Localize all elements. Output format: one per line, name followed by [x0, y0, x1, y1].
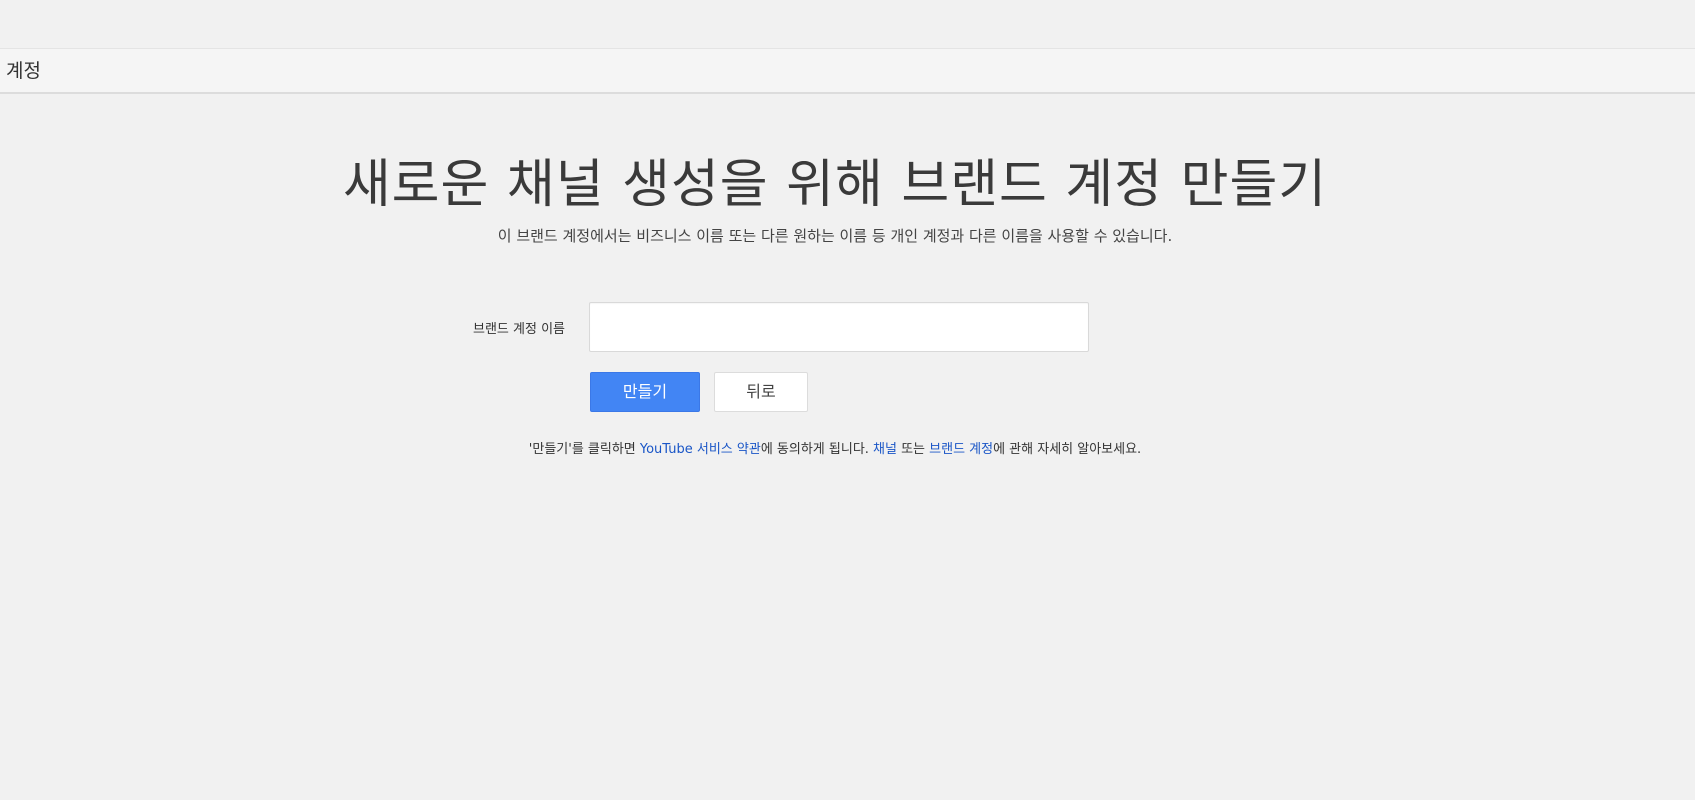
- terms-suffix: 에 관해 자세히 알아보세요.: [993, 442, 1142, 457]
- brand-account-name-label: 브랜드 계정 이름: [473, 322, 565, 337]
- create-button[interactable]: 만들기: [590, 372, 700, 412]
- terms-middle: 에 동의하게 됩니다.: [760, 442, 874, 457]
- terms-or: 또는: [896, 442, 930, 457]
- account-header: 계정: [0, 49, 1695, 94]
- page-title: 새로운 채널 생성을 위해 브랜드 계정 만들기: [342, 155, 1328, 215]
- page-subtitle: 이 브랜드 계정에서는 비즈니스 이름 또는 다른 원하는 이름 등 개인 계정…: [497, 227, 1173, 245]
- tos-link[interactable]: YouTube 서비스 약관: [640, 442, 761, 457]
- channel-link[interactable]: 채널: [873, 442, 897, 457]
- back-button[interactable]: 뒤로: [714, 372, 808, 412]
- terms-prefix: '만들기'를 클릭하면: [528, 442, 640, 457]
- header-title: 계정: [6, 60, 41, 82]
- terms-notice: '만들기'를 클릭하면 YouTube 서비스 약관에 동의하게 됩니다. 채널…: [0, 440, 1670, 460]
- top-bar: [0, 0, 1695, 49]
- brand-account-link[interactable]: 브랜드 계정: [929, 442, 993, 457]
- brand-account-name-input[interactable]: [589, 302, 1089, 352]
